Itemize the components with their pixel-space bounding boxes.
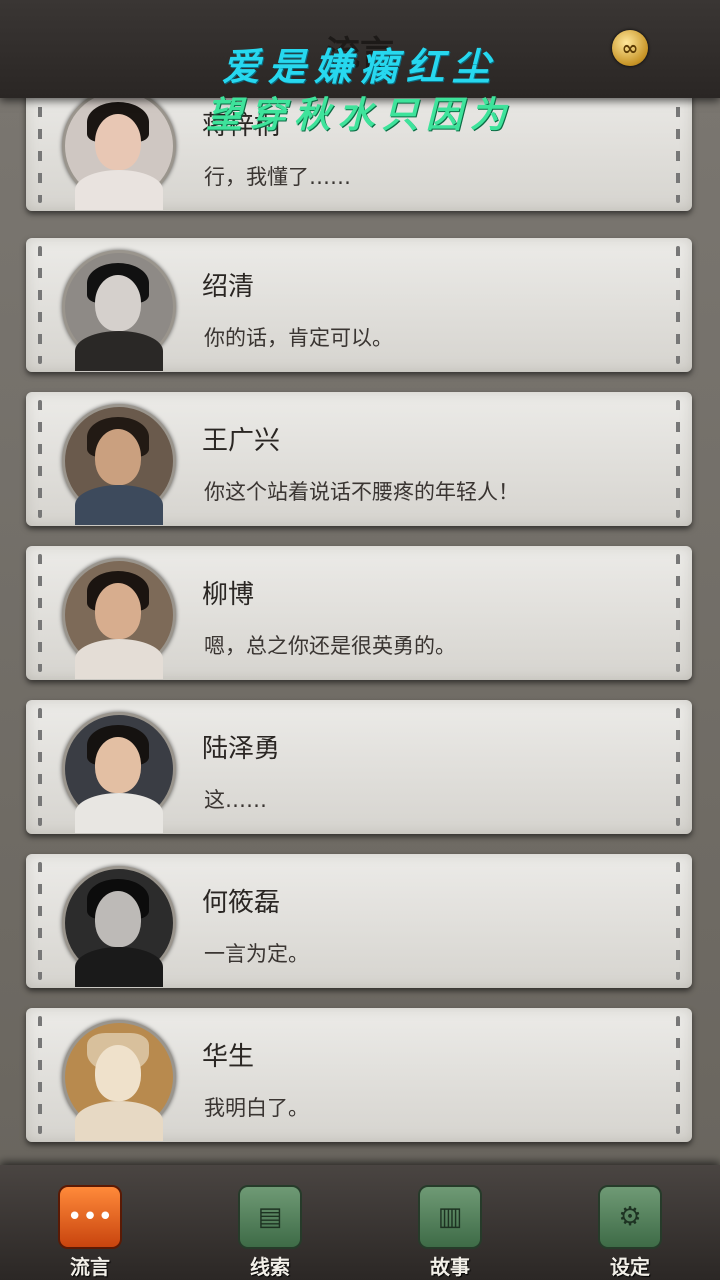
message-card[interactable]: 柳博 嗯，总之你还是很英勇的。 (26, 546, 692, 680)
chat-bubble-icon: ••• (58, 1185, 122, 1249)
avatar[interactable] (62, 866, 176, 987)
stitch-decoration (676, 246, 680, 364)
message-preview: 你的话，肯定可以。 (204, 326, 393, 350)
tab-label: 故事 (430, 1255, 470, 1279)
contact-name: 柳博 (202, 580, 255, 610)
stitch-decoration (676, 708, 680, 826)
contact-name: 陆泽勇 (202, 734, 281, 764)
tab-label: 流言 (70, 1255, 110, 1279)
stitch-decoration (38, 862, 42, 980)
stitch-decoration (38, 554, 42, 672)
tab-story[interactable]: ▥ 故事 (418, 1185, 482, 1279)
message-card[interactable]: 陆泽勇 这…… (26, 700, 692, 834)
tab-label: 设定 (610, 1255, 650, 1279)
message-card[interactable]: 王广兴 你这个站着说话不腰疼的年轻人！ (26, 392, 692, 526)
avatar[interactable] (62, 1020, 176, 1141)
tab-settings[interactable]: ⚙ 设定 (598, 1185, 662, 1279)
contact-name: 绍清 (202, 272, 255, 302)
book-icon: ▥ (418, 1185, 482, 1249)
tab-clues[interactable]: ▤ 线索 (238, 1185, 302, 1279)
message-preview: 你这个站着说话不腰疼的年轻人！ (204, 480, 519, 504)
gear-icon: ⚙ (598, 1185, 662, 1249)
avatar[interactable] (62, 404, 176, 525)
contact-name: 王广兴 (202, 426, 281, 456)
stitch-decoration (38, 1016, 42, 1134)
stitch-decoration (38, 708, 42, 826)
stitch-decoration (676, 862, 680, 980)
overlay-caption-line2: 望穿秋水只因为 (205, 94, 514, 136)
tab-rumors[interactable]: ••• 流言 (58, 1185, 122, 1279)
message-card[interactable]: 绍清 你的话，肯定可以。 (26, 238, 692, 372)
stitch-decoration (38, 246, 42, 364)
avatar[interactable] (62, 712, 176, 833)
contact-name: 华生 (202, 1042, 255, 1072)
tab-label: 线索 (250, 1255, 290, 1279)
document-icon: ▤ (238, 1185, 302, 1249)
contact-name: 何筱磊 (202, 888, 281, 918)
message-list[interactable]: 蒋梓桐 行，我懂了…… 绍清 你的话，肯定可以。 王广兴 你这个站着说话不腰疼的… (0, 80, 720, 1165)
message-preview: 这…… (204, 788, 267, 812)
message-card[interactable]: 何筱磊 一言为定。 (26, 854, 692, 988)
avatar[interactable] (62, 250, 176, 371)
message-card[interactable]: 华生 我明白了。 (26, 1008, 692, 1142)
overlay-caption-line1: 爱是嫌瘸红尘 (221, 44, 498, 89)
stitch-decoration (676, 400, 680, 518)
stitch-decoration (38, 400, 42, 518)
message-preview: 行，我懂了…… (204, 165, 351, 189)
avatar[interactable] (62, 558, 176, 679)
message-preview: 一言为定。 (204, 942, 309, 966)
message-preview: 我明白了。 (204, 1096, 309, 1120)
message-preview: 嗯，总之你还是很英勇的。 (204, 634, 456, 658)
bottom-nav: ••• 流言 ▤ 线索 ▥ 故事 ⚙ 设定 (0, 1165, 720, 1280)
stitch-decoration (676, 1016, 680, 1134)
stitch-decoration (676, 554, 680, 672)
